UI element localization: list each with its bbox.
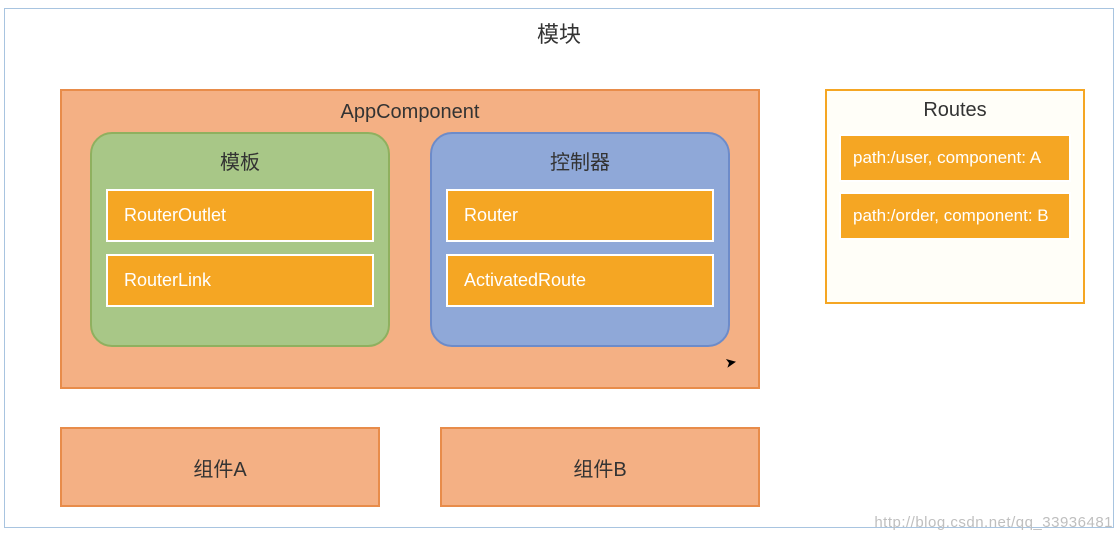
module-title: 模块: [5, 9, 1113, 53]
template-panel: 模板 RouterOutlet RouterLink: [90, 132, 390, 347]
component-a-box: 组件A: [60, 427, 380, 507]
route-entry-user: path:/user, component: A: [839, 134, 1071, 182]
router-box: Router: [446, 189, 714, 242]
template-title: 模板: [106, 146, 374, 175]
appcomponent-box: AppComponent 模板 RouterOutlet RouterLink …: [60, 89, 760, 389]
components-row: 组件A 组件B: [60, 427, 760, 507]
component-b-box: 组件B: [440, 427, 760, 507]
route-entry-order: path:/order, component: B: [839, 192, 1071, 240]
appcomponent-title: AppComponent: [62, 91, 758, 132]
activated-route-box: ActivatedRoute: [446, 254, 714, 307]
cursor-icon: ➤: [724, 353, 739, 372]
watermark-text: http://blog.csdn.net/qq_33936481: [874, 514, 1113, 531]
controller-title: 控制器: [446, 146, 714, 175]
module-container: 模块 AppComponent 模板 RouterOutlet RouterLi…: [4, 8, 1114, 528]
router-link-box: RouterLink: [106, 254, 374, 307]
routes-box: Routes path:/user, component: A path:/or…: [825, 89, 1085, 304]
component-b-label: 组件B: [573, 453, 626, 482]
controller-panel: 控制器 Router ActivatedRoute: [430, 132, 730, 347]
routes-title: Routes: [839, 99, 1071, 122]
component-a-label: 组件A: [193, 453, 246, 482]
router-outlet-box: RouterOutlet: [106, 189, 374, 242]
appcomponent-inner-row: 模板 RouterOutlet RouterLink 控制器 Router Ac…: [62, 132, 758, 347]
